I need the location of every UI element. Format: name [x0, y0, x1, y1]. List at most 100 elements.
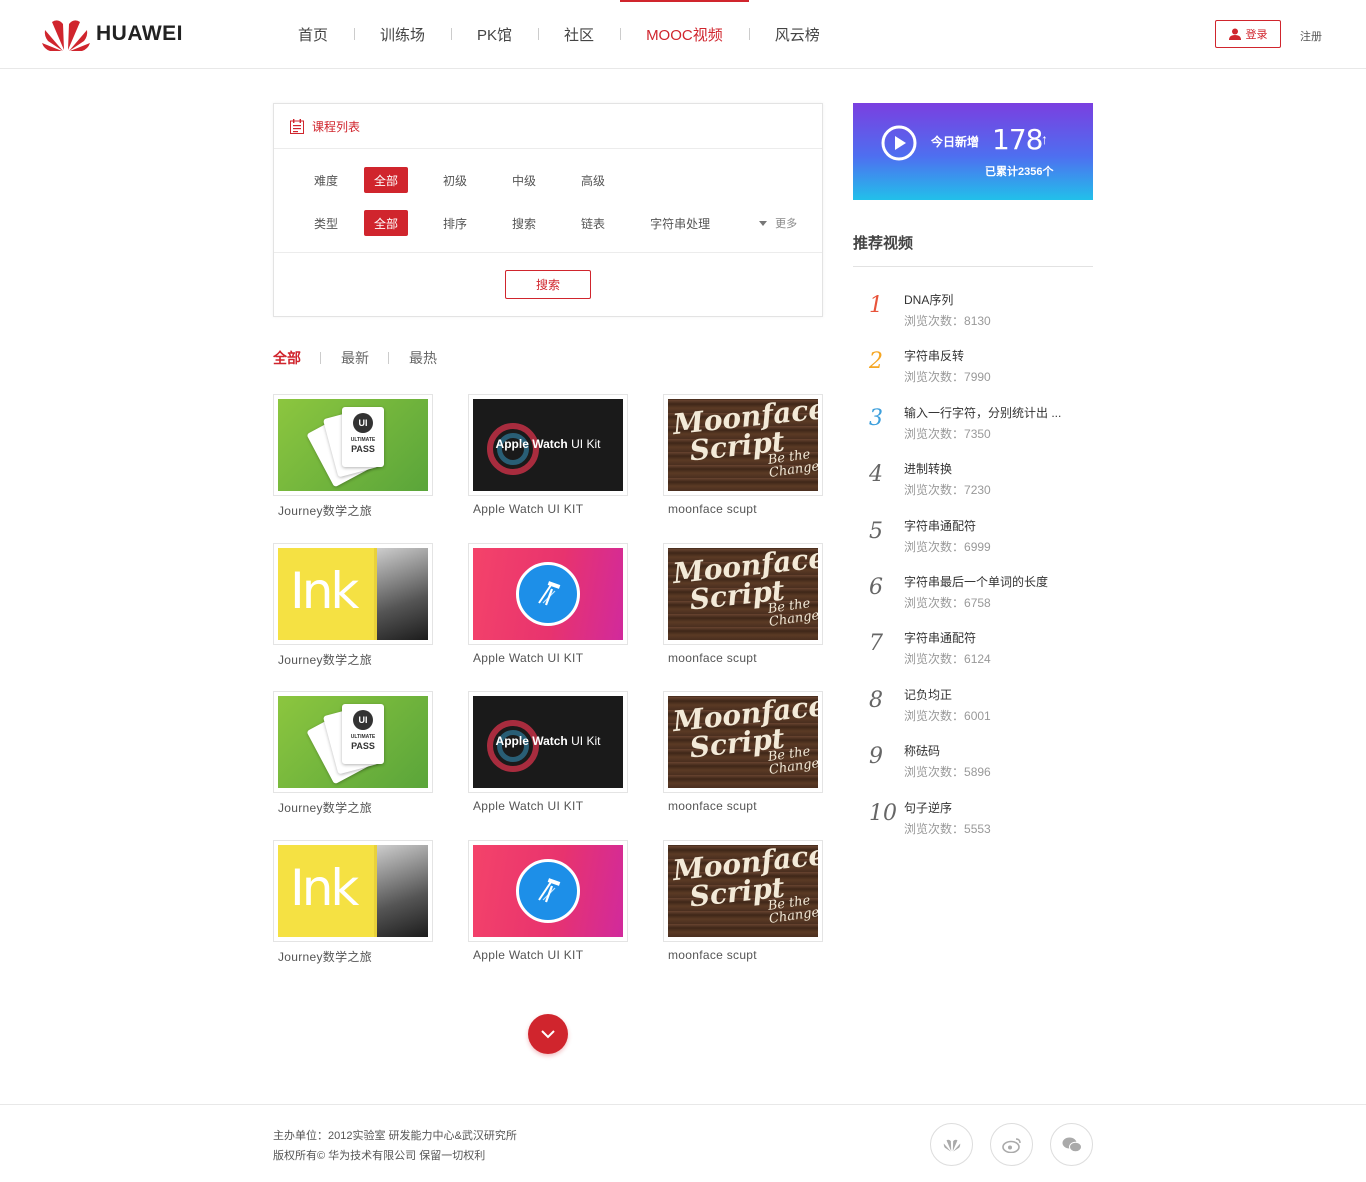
portrait-image — [374, 845, 428, 937]
course-card[interactable]: Moonface Script Be the Change moonface scup… — [663, 691, 823, 813]
arrow-up-icon: ↑ — [1041, 131, 1048, 147]
type-string-chip[interactable]: 字符串处理 — [640, 210, 720, 236]
recommended-item[interactable]: 7 字符串通配符 浏览次数：6124 — [853, 629, 1093, 677]
course-card[interactable]: Moonface Script Be the Change moonface scup… — [663, 840, 823, 962]
course-card[interactable]: Apple Watch UI Kit Apple Watch UI KIT — [468, 691, 628, 813]
sort-tab-hottest[interactable]: 最热 — [409, 348, 457, 368]
course-title[interactable]: Journey数学之旅 — [273, 651, 433, 668]
nav-label: MOOC视频 — [646, 26, 723, 44]
view-count: 浏览次数：7230 — [904, 481, 991, 498]
course-title[interactable]: Journey数学之旅 — [273, 948, 433, 965]
recommended-item[interactable]: 10 句子逆序 浏览次数：5553 — [853, 799, 1093, 847]
course-card[interactable]: Apple Watch UI KIT — [468, 840, 628, 962]
recommended-item[interactable]: 1 DNA序列浏览次数：8130 — [853, 291, 1093, 339]
course-card[interactable]: UI ULTIMATE PASS Journey数学之旅 — [273, 691, 433, 816]
wechat-icon — [1062, 1137, 1082, 1152]
type-sort-chip[interactable]: 排序 — [433, 210, 477, 236]
nav-item-community[interactable]: 社区 — [538, 0, 620, 68]
video-title[interactable]: 进制转换 — [904, 460, 1084, 477]
course-card[interactable]: Apple Watch UI Kit Apple Watch UI KIT — [468, 394, 628, 516]
rank-number: 5 — [869, 518, 883, 544]
video-title[interactable]: 字符串通配符 — [904, 629, 1084, 646]
course-title[interactable]: Apple Watch UI KIT — [468, 799, 628, 813]
sort-tab-all[interactable]: 全部 — [273, 348, 321, 368]
course-card[interactable]: Ink Journey数学之旅 — [273, 840, 433, 965]
thumbnail-frame[interactable] — [468, 543, 628, 645]
huawei-social-button[interactable] — [930, 1123, 973, 1166]
course-title[interactable]: Journey数学之旅 — [273, 799, 433, 816]
thumbnail-frame[interactable]: Ink — [273, 840, 433, 942]
recommended-item[interactable]: 5 字符串通配符 浏览次数：6999 — [853, 517, 1093, 565]
recommended-item[interactable]: 4 进制转换 浏览次数：7230 — [853, 460, 1093, 508]
thumbnail-frame[interactable]: Moonface Script Be the Change — [663, 840, 823, 942]
difficulty-all-chip[interactable]: 全部 — [364, 167, 409, 193]
thumbnail-frame[interactable]: Apple Watch UI Kit — [468, 394, 628, 496]
course-title[interactable]: Apple Watch UI KIT — [468, 651, 628, 665]
thumbnail-frame[interactable]: Apple Watch UI Kit — [468, 691, 628, 793]
search-button[interactable]: 搜索 — [505, 270, 591, 299]
sort-tab-newest[interactable]: 最新 — [341, 348, 389, 368]
type-all-chip[interactable]: 全部 — [364, 210, 409, 236]
difficulty-advanced-chip[interactable]: 高级 — [571, 167, 615, 193]
video-title[interactable]: 句子逆序 — [904, 799, 1084, 816]
difficulty-intermediate-chip[interactable]: 中级 — [502, 167, 546, 193]
thumbnail-frame[interactable]: Moonface Script Be the Change — [663, 691, 823, 793]
chevron-down-icon — [541, 1029, 555, 1038]
rank-number: 7 — [869, 631, 883, 657]
more-toggle[interactable]: 更多 — [759, 215, 797, 231]
total-count-label: 已累计2356个 — [985, 166, 1054, 178]
nav-item-mooc[interactable]: MOOC视频 — [620, 0, 749, 68]
video-title[interactable]: DNA序列 — [904, 291, 1084, 308]
course-card[interactable]: UI ULTIMATE PASS Journey数学之旅 — [273, 394, 433, 519]
course-title[interactable]: Apple Watch UI KIT — [468, 502, 628, 516]
thumbnail-frame[interactable]: UI ULTIMATE PASS — [273, 394, 433, 496]
recommended-item[interactable]: 3 输入一行字符，分别统计出 ... 浏览次数：7350 — [853, 404, 1093, 452]
difficulty-beginner-chip[interactable]: 初级 — [433, 167, 477, 193]
divider — [274, 252, 822, 253]
course-card[interactable]: Moonface Script Be the Change moonface scup… — [663, 543, 823, 665]
course-title[interactable]: moonface scupt — [663, 651, 823, 665]
rank-number: 1 — [869, 293, 883, 318]
login-button[interactable]: 登录 — [1215, 20, 1281, 48]
video-title[interactable]: 字符串通配符 — [904, 517, 1084, 534]
thumbnail-frame[interactable]: Moonface Script Be the Change — [663, 543, 823, 645]
load-more-button[interactable] — [528, 1014, 568, 1054]
wechat-button[interactable] — [1050, 1123, 1093, 1166]
course-title[interactable]: Journey数学之旅 — [273, 502, 433, 519]
course-card[interactable]: Moonface Script Be the Change moonface scup… — [663, 394, 823, 516]
register-link[interactable]: 注册 — [1300, 28, 1322, 44]
course-title[interactable]: moonface scupt — [663, 502, 823, 516]
thumbnail-frame[interactable]: Moonface Script Be the Change — [663, 394, 823, 496]
rank-number: 2 — [869, 349, 883, 375]
video-title[interactable]: 称砝码 — [904, 742, 1084, 759]
weibo-button[interactable] — [990, 1123, 1033, 1166]
huawei-logo[interactable]: HUAWEI — [42, 16, 183, 52]
course-title[interactable]: moonface scupt — [663, 799, 823, 813]
course-title[interactable]: moonface scupt — [663, 948, 823, 962]
nav-item-training[interactable]: 训练场 — [354, 0, 451, 68]
recommended-item[interactable]: 2 字符串反转 浏览次数：7990 — [853, 347, 1093, 395]
nav-item-pk[interactable]: PK馆 — [451, 0, 538, 68]
thumbnail-frame[interactable]: Ink — [273, 543, 433, 645]
course-card[interactable]: Apple Watch UI KIT — [468, 543, 628, 665]
view-count: 浏览次数：8130 — [904, 312, 991, 329]
video-title[interactable]: 记负均正 — [904, 686, 1084, 703]
recommended-item[interactable]: 8 记负均正 浏览次数：6001 — [853, 686, 1093, 734]
recommended-title: 推荐视频 — [853, 235, 914, 252]
thumbnail-frame[interactable]: UI ULTIMATE PASS — [273, 691, 433, 793]
type-linkedlist-chip[interactable]: 链表 — [571, 210, 615, 236]
recommended-item[interactable]: 6 字符串最后一个单词的长度 浏览次数：6758 — [853, 573, 1093, 621]
video-title[interactable]: 字符串最后一个单词的长度 — [904, 573, 1084, 590]
thumb-tagline: Be the Change — [766, 744, 818, 778]
video-title[interactable]: 输入一行字符，分别统计出 ... — [904, 404, 1084, 421]
type-search-chip[interactable]: 搜索 — [502, 210, 546, 236]
recommended-item[interactable]: 9 称砝码 浏览次数：5896 — [853, 742, 1093, 790]
course-card[interactable]: Ink Journey数学之旅 — [273, 543, 433, 668]
course-title[interactable]: Apple Watch UI KIT — [468, 948, 628, 962]
nav-item-ranking[interactable]: 风云榜 — [748, 0, 846, 68]
footer-copyright: 版权所有© 华为技术有限公司 保留一切权利 — [273, 1150, 486, 1162]
top-header: HUAWEI 首页 训练场 PK馆 社区 MOOC视频 风云榜 登录 注册 — [0, 0, 1366, 69]
video-title[interactable]: 字符串反转 — [904, 347, 1084, 364]
nav-item-home[interactable]: 首页 — [272, 0, 354, 68]
thumbnail-frame[interactable] — [468, 840, 628, 942]
